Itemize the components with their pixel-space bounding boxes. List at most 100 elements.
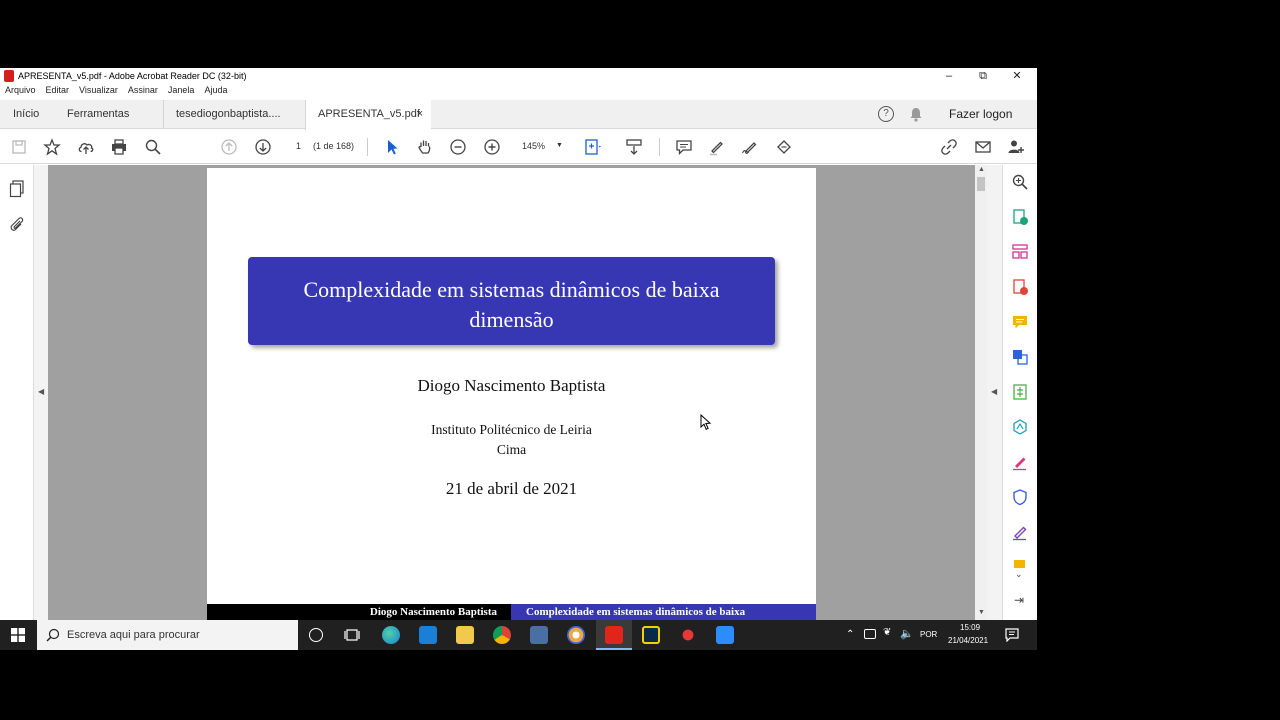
menu-arquivo[interactable]: Arquivo (5, 85, 36, 95)
menu-janela[interactable]: Janela (168, 85, 195, 95)
minimize-button[interactable]: – (932, 68, 966, 84)
notification-bell-icon[interactable] (909, 107, 923, 127)
wifi-icon[interactable]: ❦ (883, 627, 891, 650)
volume-icon[interactable]: 🔈 (900, 627, 914, 650)
pdf-page: Complexidade em sistemas dinâmicos de ba… (207, 168, 816, 620)
organize-pages-icon[interactable] (1011, 243, 1029, 261)
scroll-up-icon[interactable]: ▲ (978, 166, 985, 173)
select-pointer-icon[interactable] (383, 138, 401, 156)
vertical-scrollbar[interactable]: ▲ ▼ (975, 165, 987, 620)
menu-assinar[interactable]: Assinar (128, 85, 158, 95)
screen-border (1037, 68, 1280, 650)
task-view-icon[interactable] (344, 628, 360, 647)
search-icon[interactable] (144, 138, 162, 156)
fill-and-sign-icon[interactable] (1011, 453, 1029, 471)
tab-document-apresenta[interactable]: APRESENTA_v5.pdf × (305, 100, 431, 130)
menu-bar: Arquivo Editar Visualizar Assinar Janela Ajud… (0, 85, 232, 99)
zoom-out-icon[interactable] (449, 138, 467, 156)
taskbar-acrobat-active[interactable] (596, 620, 632, 650)
acrobat-app-icon (4, 70, 14, 82)
slide-title-box: Complexidade em sistemas dinâmicos de ba… (248, 257, 775, 345)
document-view[interactable]: Complexidade em sistemas dinâmicos de ba… (48, 165, 975, 620)
menu-ajuda[interactable]: Ajuda (204, 85, 227, 95)
fill-sign-icon[interactable] (775, 138, 793, 156)
tab-document-tese-label: tesediogonbaptista.... (176, 108, 281, 120)
bookmark-star-icon[interactable] (43, 138, 61, 156)
compress-pdf-icon[interactable] (1011, 383, 1029, 401)
expand-right-pane-icon[interactable]: ◀ (991, 387, 997, 396)
zoom-in-icon[interactable] (483, 138, 501, 156)
battery-icon[interactable] (864, 629, 876, 639)
page-number-input[interactable]: 1 (296, 141, 301, 151)
share-link-icon[interactable] (940, 138, 958, 156)
footer-title: Complexidade em sistemas dinâmicos de ba… (511, 604, 816, 620)
slide-place: Cima (496, 442, 527, 457)
zoom-dropdown-chevron-icon[interactable]: ▼ (556, 142, 563, 149)
protect-shield-icon[interactable] (1011, 488, 1029, 506)
zoom-meetings-icon[interactable] (716, 626, 734, 644)
tab-home[interactable]: Início (13, 100, 39, 129)
highlight-pen-icon[interactable] (708, 138, 726, 156)
save-icon[interactable] (10, 138, 28, 156)
app-icon-red[interactable] (679, 626, 697, 644)
left-pane-collapse-strip[interactable]: ◀ (34, 165, 48, 620)
help-icon[interactable]: ? (878, 106, 894, 122)
create-pdf-icon[interactable] (1011, 278, 1029, 296)
cortana-icon[interactable] (309, 628, 323, 642)
expand-left-pane-icon[interactable]: ◀ (38, 387, 44, 396)
clock-date[interactable]: 21/04/2021 (948, 636, 988, 650)
request-signature-icon[interactable] (1011, 523, 1029, 541)
page-thumbnails-icon[interactable] (9, 180, 25, 203)
scroll-mode-icon[interactable] (625, 138, 643, 156)
windows-taskbar: Escreva aqui para procurar ⌃ ❦ 🔈 POR 15:… (0, 620, 1037, 650)
right-pane-collapse-strip[interactable]: ◀ (987, 165, 1002, 620)
language-indicator[interactable]: POR (920, 630, 937, 650)
tab-tools[interactable]: Ferramentas (67, 100, 129, 129)
notifications-center-icon[interactable] (1005, 628, 1019, 647)
footer-author: Diogo Nascimento Baptista (207, 604, 511, 620)
comment-tool-icon[interactable] (1011, 313, 1029, 331)
tab-document-tese[interactable]: tesediogonbaptista.... (163, 100, 293, 129)
slide-date: 21 de abril de 2021 (445, 479, 578, 498)
browser-app-icon[interactable] (567, 626, 585, 644)
mail-icon[interactable] (419, 626, 437, 644)
attachments-paperclip-icon[interactable] (9, 215, 25, 238)
zoom-level-select[interactable]: 145% (522, 141, 545, 151)
collapse-tools-pane-icon[interactable]: ⇥ (1014, 593, 1024, 607)
export-pdf-icon[interactable] (1011, 208, 1029, 226)
left-navigation-pane (0, 165, 34, 620)
previous-page-icon[interactable] (220, 138, 238, 156)
close-window-button[interactable]: ✕ (1000, 68, 1034, 84)
restore-button[interactable]: ⧉ (966, 68, 1000, 84)
comment-icon[interactable] (675, 138, 693, 156)
edit-pdf-icon[interactable] (1011, 418, 1029, 436)
email-icon[interactable] (974, 138, 992, 156)
edge-browser-icon[interactable] (382, 626, 400, 644)
draw-signature-icon[interactable] (741, 138, 759, 156)
tab-close-icon[interactable]: × (417, 100, 423, 129)
upload-cloud-icon[interactable] (77, 138, 95, 156)
app-icon-yellow[interactable] (642, 626, 660, 644)
hand-tool-icon[interactable] (416, 138, 434, 156)
scroll-down-icon[interactable]: ▼ (978, 609, 985, 616)
chrome-icon[interactable] (493, 626, 511, 644)
login-button[interactable]: Fazer logon (949, 100, 1012, 129)
combine-files-icon[interactable] (1011, 348, 1029, 366)
print-icon[interactable] (110, 138, 128, 156)
more-tools-icon[interactable] (1011, 558, 1029, 568)
menu-editar[interactable]: Editar (46, 85, 70, 95)
slide-institute: Instituto Politécnico de Leiria (431, 422, 592, 437)
windows-start-icon[interactable] (11, 628, 25, 647)
acrobat-icon (605, 626, 623, 644)
menu-visualizar[interactable]: Visualizar (79, 85, 118, 95)
next-page-icon[interactable] (254, 138, 272, 156)
add-user-icon[interactable] (1007, 138, 1025, 156)
store-icon[interactable] (530, 626, 548, 644)
file-explorer-icon[interactable] (456, 626, 474, 644)
taskbar-search-box[interactable]: Escreva aqui para procurar (37, 620, 298, 650)
fit-page-icon[interactable] (584, 138, 602, 156)
scrollbar-thumb[interactable] (977, 177, 985, 191)
zoom-search-icon[interactable] (1011, 173, 1029, 191)
tray-overflow-chevron-icon[interactable]: ⌃ (846, 629, 854, 650)
tools-scroll-down-icon[interactable]: ⌄ (1015, 569, 1023, 580)
